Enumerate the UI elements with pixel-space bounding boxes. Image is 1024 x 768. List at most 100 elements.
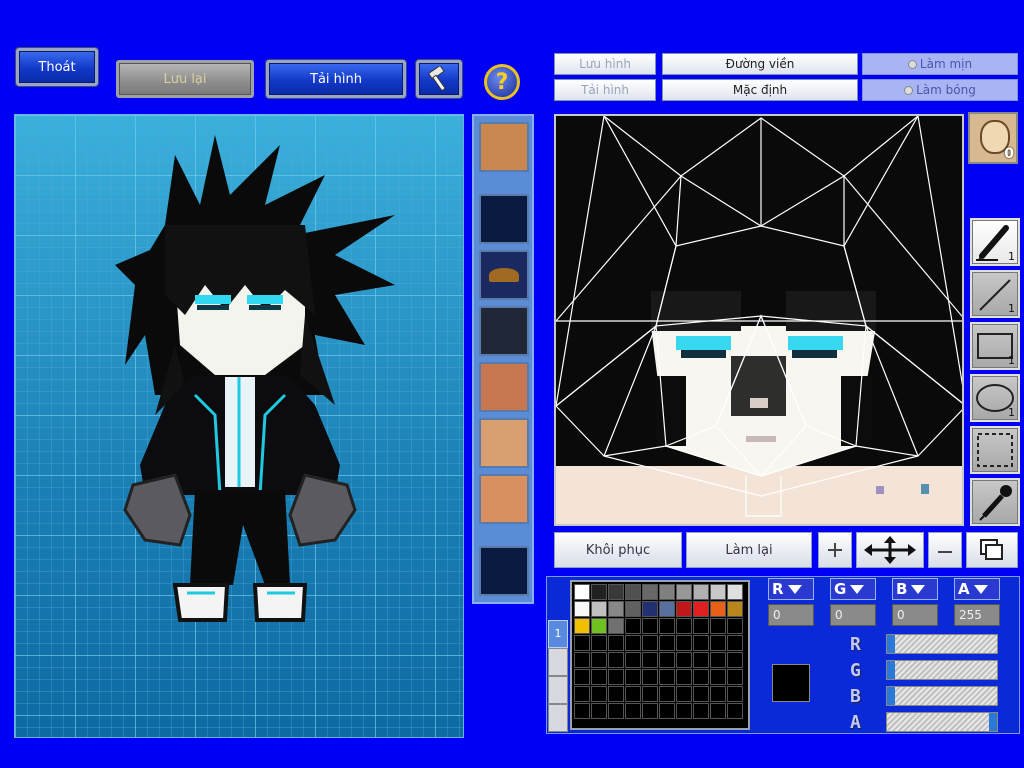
palette-color-cell[interactable]	[710, 618, 726, 634]
character-preview-canvas[interactable]	[14, 114, 464, 738]
color-palette-grid[interactable]	[570, 580, 750, 730]
add-point-button[interactable]	[818, 532, 852, 568]
palette-color-cell[interactable]	[659, 669, 675, 685]
palette-color-cell[interactable]	[676, 635, 692, 651]
palette-color-cell[interactable]	[591, 584, 607, 600]
palette-color-cell[interactable]	[659, 703, 675, 719]
palette-color-cell[interactable]	[676, 669, 692, 685]
palette-color-cell[interactable]	[710, 635, 726, 651]
layers-button[interactable]	[966, 532, 1018, 568]
default-button[interactable]: Mặc định	[662, 79, 858, 101]
palette-color-cell[interactable]	[710, 584, 726, 600]
palette-color-cell[interactable]	[693, 601, 709, 617]
palette-color-cell[interactable]	[693, 635, 709, 651]
palette-color-cell[interactable]	[625, 618, 641, 634]
palette-color-cell[interactable]	[727, 652, 743, 668]
palette-color-cell[interactable]	[693, 584, 709, 600]
palette-color-cell[interactable]	[676, 584, 692, 600]
palette-tab-1[interactable]: 1	[548, 620, 568, 648]
palette-color-cell[interactable]	[574, 652, 590, 668]
palette-color-cell[interactable]	[642, 584, 658, 600]
tool-selection[interactable]	[970, 426, 1020, 474]
channel-r-selector[interactable]: R	[768, 578, 814, 600]
exit-button[interactable]: Thoát	[16, 48, 98, 86]
hammer-button[interactable]	[416, 60, 462, 98]
palette-color-cell[interactable]	[642, 669, 658, 685]
palette-color-cell[interactable]	[727, 601, 743, 617]
palette-color-cell[interactable]	[608, 635, 624, 651]
palette-color-cell[interactable]	[727, 669, 743, 685]
palette-color-cell[interactable]	[676, 601, 692, 617]
palette-color-cell[interactable]	[591, 601, 607, 617]
palette-color-cell[interactable]	[625, 686, 641, 702]
shade-radio[interactable]	[904, 85, 914, 95]
palette-color-cell[interactable]	[591, 618, 607, 634]
palette-color-cell[interactable]	[693, 703, 709, 719]
palette-color-cell[interactable]	[574, 703, 590, 719]
slider-g-knob[interactable]	[887, 661, 895, 679]
slider-r[interactable]	[886, 634, 998, 654]
palette-color-cell[interactable]	[727, 618, 743, 634]
tool-eyedropper[interactable]	[970, 478, 1020, 526]
palette-color-cell[interactable]	[608, 703, 624, 719]
palette-tab-3[interactable]	[548, 676, 568, 704]
palette-color-cell[interactable]	[710, 669, 726, 685]
palette-color-cell[interactable]	[608, 601, 624, 617]
outline-button[interactable]: Đường viền	[662, 53, 858, 75]
palette-color-cell[interactable]	[625, 601, 641, 617]
slider-b-knob[interactable]	[887, 687, 895, 705]
part-face-slot[interactable]	[479, 122, 529, 172]
tool-brush[interactable]: 1	[970, 218, 1020, 266]
palette-color-cell[interactable]	[676, 703, 692, 719]
load-image-button[interactable]: Tải hình	[554, 79, 656, 101]
palette-color-cell[interactable]	[659, 652, 675, 668]
palette-color-cell[interactable]	[574, 601, 590, 617]
restore-button[interactable]: Khôi phục	[554, 532, 682, 568]
smooth-radio[interactable]	[907, 59, 917, 69]
palette-color-cell[interactable]	[693, 686, 709, 702]
palette-color-cell[interactable]	[642, 686, 658, 702]
palette-color-cell[interactable]	[642, 601, 658, 617]
tool-rectangle[interactable]: 1	[970, 322, 1020, 370]
palette-color-cell[interactable]	[727, 703, 743, 719]
part-empty-slot-2[interactable]	[479, 546, 529, 596]
smooth-option[interactable]: Làm mịn	[862, 53, 1018, 75]
palette-color-cell[interactable]	[608, 686, 624, 702]
face-thumbnail[interactable]: 0	[968, 112, 1018, 164]
palette-color-cell[interactable]	[625, 703, 641, 719]
part-hat-slot[interactable]	[479, 250, 529, 300]
palette-color-cell[interactable]	[659, 601, 675, 617]
palette-color-cell[interactable]	[608, 618, 624, 634]
palette-color-cell[interactable]	[625, 669, 641, 685]
palette-color-cell[interactable]	[727, 584, 743, 600]
channel-b-value[interactable]: 0	[892, 604, 938, 626]
palette-color-cell[interactable]	[710, 601, 726, 617]
palette-color-cell[interactable]	[659, 618, 675, 634]
slider-a-knob[interactable]	[989, 713, 997, 731]
slider-g[interactable]	[886, 660, 998, 680]
palette-color-cell[interactable]	[625, 652, 641, 668]
palette-color-cell[interactable]	[642, 635, 658, 651]
redo-button[interactable]: Làm lại	[686, 532, 812, 568]
palette-color-cell[interactable]	[608, 669, 624, 685]
palette-color-cell[interactable]	[676, 652, 692, 668]
palette-color-cell[interactable]	[574, 635, 590, 651]
palette-color-cell[interactable]	[693, 669, 709, 685]
channel-a-value[interactable]: 255	[954, 604, 1000, 626]
save-button[interactable]: Lưu lại	[116, 60, 254, 98]
part-empty-slot[interactable]	[479, 194, 529, 244]
face-edit-canvas[interactable]	[554, 114, 964, 526]
channel-g-selector[interactable]: G	[830, 578, 876, 600]
palette-tab-4[interactable]	[548, 704, 568, 732]
palette-color-cell[interactable]	[659, 584, 675, 600]
palette-color-cell[interactable]	[591, 703, 607, 719]
slider-a[interactable]	[886, 712, 998, 732]
palette-color-cell[interactable]	[625, 635, 641, 651]
part-head-slot[interactable]	[479, 418, 529, 468]
palette-color-cell[interactable]	[574, 584, 590, 600]
reload-button[interactable]: Tải hình	[266, 60, 406, 98]
palette-color-cell[interactable]	[625, 584, 641, 600]
tool-ellipse[interactable]: 1	[970, 374, 1020, 422]
palette-color-cell[interactable]	[727, 635, 743, 651]
shade-option[interactable]: Làm bóng	[862, 79, 1018, 101]
